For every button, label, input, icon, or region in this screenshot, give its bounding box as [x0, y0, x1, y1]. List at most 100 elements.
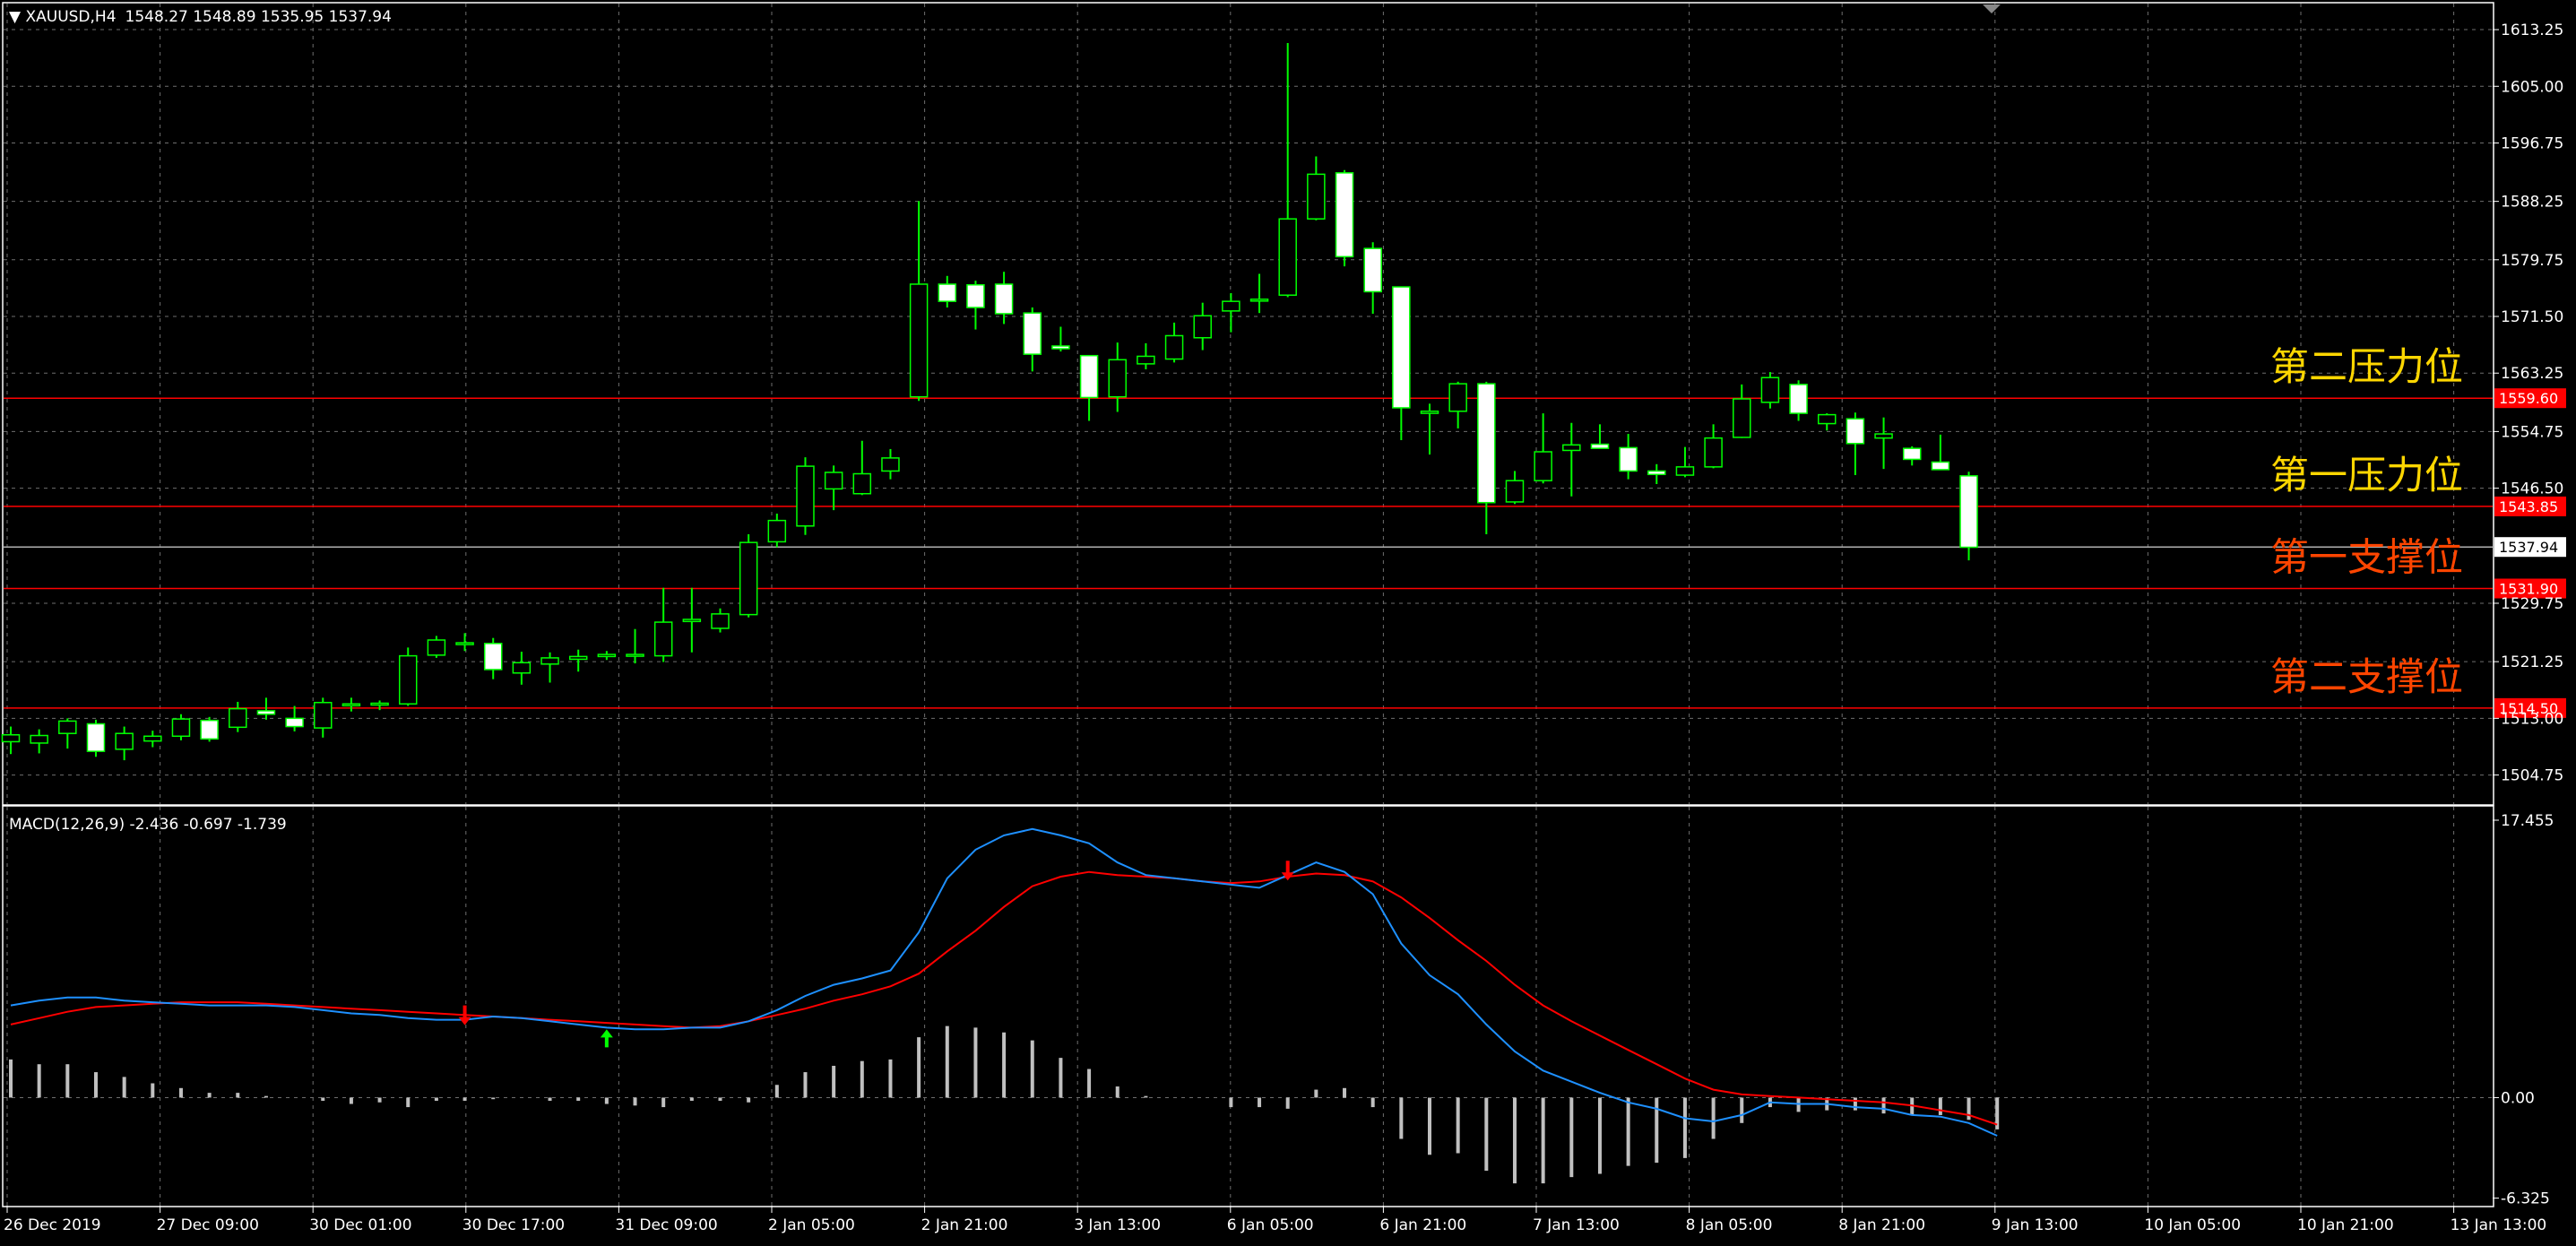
time-tick-label: 2 Jan 21:00: [921, 1216, 1008, 1234]
candle-body-bull: [143, 735, 162, 742]
candle-body-bear: [1959, 475, 1978, 549]
candle-body-bull: [653, 621, 673, 657]
time-tick-label: 10 Jan 21:00: [2297, 1216, 2394, 1234]
header-symbol: XAUUSD,H4: [25, 8, 116, 26]
candle-body-bull: [58, 720, 77, 734]
candle-body-bear: [256, 710, 276, 715]
chart-header: ▼ XAUUSD,H4 1548.27 1548.89 1535.95 1537.…: [9, 8, 392, 26]
macd-header: MACD(12,26,9) -2.436 -0.697 -1.739: [9, 816, 287, 834]
candle-body-bear: [1902, 447, 1922, 461]
candle-body-bull: [568, 655, 588, 661]
candle-body-bull: [852, 472, 872, 495]
candle-body-bear: [86, 723, 106, 752]
candle-body-bull: [1534, 451, 1552, 481]
price-tick-label: 1546.50: [2501, 480, 2563, 498]
time-tick-label: 6 Jan 21:00: [1379, 1216, 1466, 1234]
time-tick-label: 31 Dec 09:00: [615, 1216, 717, 1234]
time-tick-label: 7 Jan 13:00: [1533, 1216, 1620, 1234]
candle[interactable]: [739, 533, 758, 618]
candle-body-bull: [1278, 218, 1297, 297]
candle-body-bear: [1931, 461, 1950, 471]
candle-body-bull: [30, 734, 48, 744]
price-tick-label: 1513.00: [2501, 710, 2563, 728]
candle-body-bull: [171, 718, 191, 738]
candle-body-bull: [796, 465, 815, 527]
price-tick-label: 1504.75: [2501, 767, 2563, 785]
candle-body-bear: [966, 284, 985, 308]
level-annotation: 第二压力位: [2270, 345, 2463, 390]
candle-body-bull: [370, 702, 389, 706]
candle-body-bull: [427, 639, 446, 656]
candle-body-bull: [540, 657, 559, 665]
candle-body-bull: [512, 662, 532, 674]
candle-body-bull: [314, 701, 333, 729]
level-annotation: 第一支撑位: [2270, 536, 2463, 581]
macd-tick-label: 0.00: [2501, 1089, 2535, 1107]
candle-body-bear: [200, 719, 219, 740]
time-tick-label: 3 Jan 13:00: [1074, 1216, 1161, 1234]
candle-body-bear: [1363, 247, 1382, 293]
trading-chart[interactable]: 1559.601543.851531.901514.501537.94 1613…: [0, 0, 2576, 1246]
time-tick-label: 9 Jan 13:00: [1992, 1216, 2079, 1234]
candle-body-bull: [881, 457, 900, 472]
candle[interactable]: [200, 716, 219, 742]
time-tick-label: 2 Jan 05:00: [768, 1216, 855, 1234]
candle-body-bear: [1789, 384, 1808, 414]
level-annotation: 第二支撑位: [2270, 655, 2463, 700]
time-tick-label: 27 Dec 09:00: [157, 1216, 259, 1234]
candle-body-bull: [1505, 480, 1525, 503]
candle-body-bull: [1137, 355, 1155, 365]
candle-body-bear: [994, 283, 1014, 315]
candle-body-bull: [1164, 334, 1184, 360]
price-tick-label: 1529.75: [2501, 595, 2563, 613]
price-tick-label: 1579.75: [2501, 252, 2563, 270]
time-tick-label: 26 Dec 2019: [4, 1216, 101, 1234]
candle-body-bull: [909, 283, 929, 398]
candle-body-bull: [1733, 398, 1751, 438]
candle-body-bear: [938, 283, 957, 302]
macd-tick-label: -6.325: [2501, 1190, 2550, 1208]
candle-body-bear: [1335, 172, 1354, 258]
candle-body-bull: [824, 472, 843, 490]
price-tick-label: 1571.50: [2501, 308, 2563, 326]
candle-body-bull: [1448, 383, 1467, 412]
candle-body-bull: [1108, 359, 1127, 398]
candle-body-bull: [1760, 376, 1780, 403]
header-ohlc: 1548.27 1548.89 1535.95 1537.94: [125, 8, 392, 26]
candle-body-bear: [1392, 286, 1411, 409]
time-tick-label: 8 Jan 05:00: [1686, 1216, 1773, 1234]
candle[interactable]: [1335, 169, 1354, 267]
candle-body-bull: [1562, 444, 1581, 452]
candle-body-bull: [1874, 433, 1893, 439]
candle[interactable]: [86, 719, 106, 757]
candle-body-bear: [1846, 418, 1865, 445]
candle-body-bear: [483, 643, 503, 671]
candle[interactable]: [1959, 472, 1978, 561]
time-tick-label: 30 Dec 01:00: [309, 1216, 411, 1234]
candle-body-bear: [1051, 345, 1070, 350]
candle-body-bull: [597, 653, 617, 658]
candle-body-bull: [1, 733, 21, 743]
candle-body-bull: [682, 619, 702, 623]
candle-body-bull: [229, 707, 247, 729]
candle-body-bear: [1023, 312, 1042, 355]
candle-body-bull: [115, 732, 134, 750]
candle-body-bull: [398, 654, 418, 705]
candle-body-bull: [1222, 300, 1240, 312]
price-tick-label: 1588.25: [2501, 194, 2563, 212]
candle-body-bull: [1193, 315, 1212, 339]
time-tick-label: 8 Jan 21:00: [1838, 1216, 1925, 1234]
candle-body-bull: [1307, 173, 1326, 220]
candle-body-bull: [739, 541, 758, 616]
candle[interactable]: [796, 457, 815, 535]
candle-body-bull: [711, 613, 730, 629]
time-tick-label: 13 Jan 13:00: [2451, 1216, 2547, 1234]
candle[interactable]: [398, 647, 418, 706]
candle-body-bull: [1420, 411, 1439, 414]
candle-body-bear: [1590, 443, 1610, 449]
candle-body-bear: [1477, 383, 1496, 504]
header-arrow-icon[interactable]: ▼: [9, 8, 25, 26]
price-tick-label: 1605.00: [2501, 78, 2563, 96]
candle-body-bull: [455, 642, 474, 645]
candle-body-bear: [1079, 354, 1099, 399]
